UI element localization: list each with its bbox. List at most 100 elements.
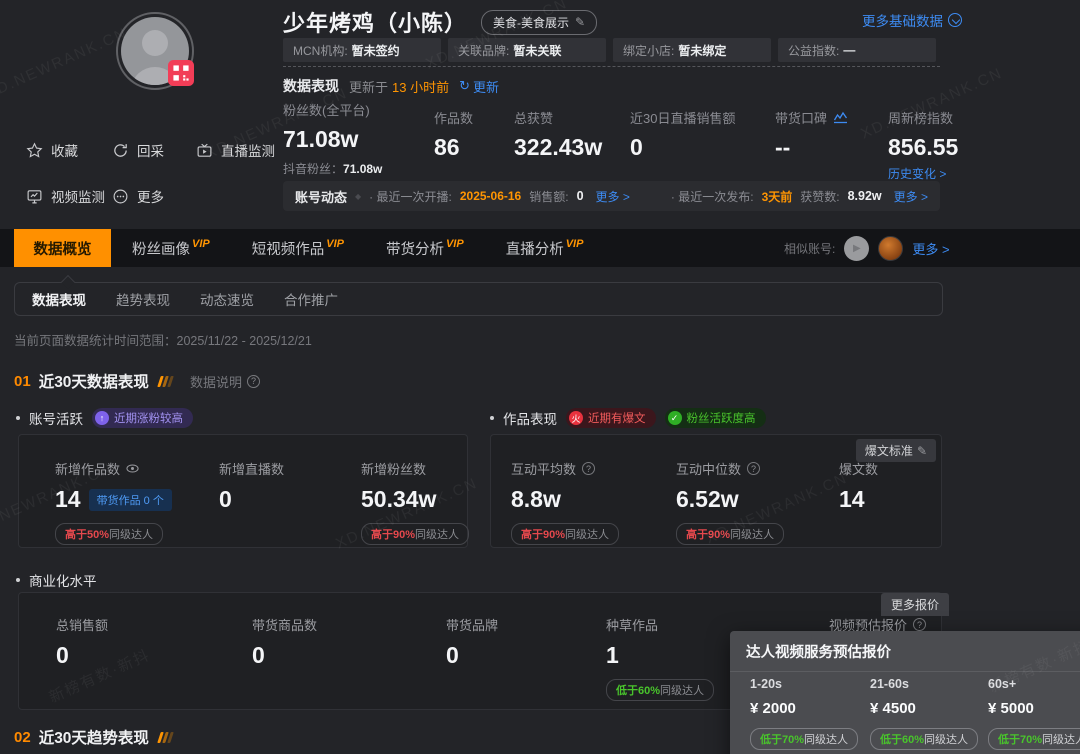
favorite-button[interactable]: 收藏 (26, 140, 78, 160)
help-icon[interactable]: ? (747, 462, 761, 475)
metric-value: 14 (55, 486, 81, 512)
refresh-icon: ↻ (459, 78, 470, 93)
rank-highlight: 高于90% (686, 529, 731, 541)
category-label: 美食-美食展示 (493, 15, 570, 30)
subtab-cooperation-promo[interactable]: 合作推广 (284, 289, 338, 309)
hot-content-badge: 火 近期有爆文 (566, 408, 656, 428)
field-label: 关联品牌: (458, 43, 510, 58)
metric-median-interaction: 互动中位数? 6.52w 高于90% 同级达人 (676, 459, 785, 545)
stat-value: 322.43w (514, 134, 603, 160)
rank-suffix: 同级达人 (109, 529, 154, 541)
metric-label: 带货品牌 (446, 618, 499, 633)
rank-pill: 低于70%同级达人 (750, 728, 859, 750)
edit-pencil-icon[interactable]: ✎ (575, 15, 585, 29)
rank-suffix: 同级达人 (804, 734, 849, 746)
subtab-data-performance[interactable]: 数据表现 (32, 289, 86, 309)
stat-value: 86 (434, 134, 460, 160)
rank-highlight: 低于70% (760, 734, 805, 746)
category-badge[interactable]: 美食-美食展示 ✎ (481, 9, 598, 35)
similar-avatar-2[interactable] (878, 235, 904, 261)
more-actions-button[interactable]: 更多 (112, 186, 164, 206)
more-basic-data-link[interactable]: 更多基础数据 (862, 10, 962, 30)
field-brand: 关联品牌: 暂未关联 (448, 38, 606, 62)
section-title: 近30天趋势表现 (38, 730, 149, 747)
last-live-date: 2025-06-16 (459, 189, 522, 203)
works-performance-card: 爆文标准 ✎ 互动平均数? 8.8w 高于90% 同级达人 互动中位数? 6.52… (490, 434, 942, 548)
similar-avatar-1[interactable]: ▶ (844, 235, 870, 261)
rank-pill: 高于90% 同级达人 (511, 523, 620, 545)
orange-bars-icon (157, 375, 174, 387)
refresh-label: 更新 (473, 79, 500, 95)
video-price-popup: 达人视频服务预估报价 1-20s ¥ 2000 低于70% 同级达人 21-60s… (730, 631, 1080, 754)
rank-highlight: 高于90% (371, 529, 416, 541)
price-value: ¥ 4500 (870, 700, 916, 717)
stat-value: 0 (630, 134, 643, 160)
price-value: ¥ 5000 (988, 700, 1034, 717)
hot-content-standard-label: 爆文标准 (864, 444, 913, 458)
live-monitor-button[interactable]: 直播监测 (196, 140, 275, 160)
tab-data-overview[interactable]: 数据概览 (14, 229, 111, 267)
watermark: XD.NEWRANK.CN (0, 24, 131, 103)
vip-badge: VIP (565, 238, 584, 250)
rank-pill: 高于50% 同级达人 (55, 523, 164, 545)
date-range-note: 当前页面数据统计时间范围：2025/11/22 - 2025/12/21 (14, 334, 312, 348)
metric-value: 0 (252, 642, 265, 668)
section-title: 近30天数据表现 (38, 374, 149, 391)
rank-highlight: 低于60% (880, 734, 925, 746)
tab-ecommerce-analysis[interactable]: 带货分析 VIP (365, 229, 485, 267)
video-monitor-button[interactable]: 视频监测 (26, 186, 105, 206)
stat-label: 粉丝数(全平台) (283, 103, 370, 118)
refresh-button[interactable]: ↻ 更新 (459, 77, 499, 96)
stat-sub-value: 71.08w (343, 162, 383, 176)
history-change-link[interactable]: 历史变化 > (888, 165, 958, 182)
account-activity-bar: 账号动态 ◆ · 最近一次开播: 2025-06-16 销售额: 0 更多 > … (283, 181, 940, 211)
rank-suffix: 同级达人 (565, 529, 610, 541)
price-value: ¥ 2000 (750, 700, 796, 717)
data-explanation-link[interactable]: 数据说明 ? (190, 372, 260, 391)
stat-value: -- (775, 134, 791, 160)
more-quotes-button[interactable]: 更多报价 (881, 593, 950, 616)
more-quotes-label: 更多报价 (891, 598, 940, 612)
eye-icon[interactable] (126, 464, 139, 473)
sales-label: 销售额: (529, 189, 569, 204)
metric-value: 6.52w (676, 486, 739, 512)
help-icon[interactable]: ? (582, 462, 596, 475)
help-icon[interactable]: ? (913, 618, 927, 631)
dashed-divider (283, 66, 940, 67)
tab-fans-profile[interactable]: 粉丝画像 VIP (111, 229, 231, 267)
metric-new-lives: 新增直播数 0 (219, 459, 284, 513)
metric-total-sales: 总销售额 0 (56, 615, 108, 669)
refresh-circle-icon (114, 143, 127, 157)
similar-more-link[interactable]: 更多 > (912, 239, 949, 258)
metric-value: 8.8w (511, 486, 561, 512)
likes-value: 8.92w (847, 189, 882, 203)
tab-label: 数据概览 (33, 241, 92, 258)
tab-short-video-works[interactable]: 短视频作品 VIP (231, 229, 365, 267)
ecommerce-works-tag[interactable]: 带货作品 0 个 (88, 488, 172, 511)
hot-content-badge-label: 近期有爆文 (588, 413, 646, 425)
section-number: 01 (14, 372, 31, 390)
field-label: MCN机构: (293, 43, 348, 58)
more-basic-data-label: 更多基础数据 (862, 14, 943, 29)
account-active-card: 新增作品数 14 带货作品 0 个 高于50% 同级达人 新增直播数 0 新增粉丝… (18, 434, 470, 548)
newrank-douyin-account-page: XD.NEWRANK.CN XD.NEWRANK.CN XD.NEWRANK.C… (0, 0, 1080, 754)
video-monitor-label: 视频监测 (51, 190, 105, 205)
qr-code-icon[interactable] (168, 60, 194, 86)
rank-highlight: 低于60% (616, 685, 661, 697)
stat-fans: 粉丝数(全平台) 71.08w 抖音粉丝：71.08w (283, 100, 382, 177)
play-icon: ▶ (852, 242, 861, 254)
post-more-link[interactable]: 更多 > (894, 188, 928, 205)
line-chart-icon[interactable] (833, 111, 848, 124)
sub-tab-bar: 数据表现 趋势表现 动态速览 合作推广 (14, 274, 943, 316)
stat-label: 作品数 (434, 111, 474, 126)
recollect-button[interactable]: 回采 (112, 140, 164, 160)
subtab-activity-overview[interactable]: 动态速览 (200, 289, 254, 309)
tab-live-analysis[interactable]: 直播分析 VIP (485, 229, 605, 267)
live-more-link[interactable]: 更多 > (596, 188, 630, 205)
chevron-down-circle-icon (948, 13, 962, 27)
last-live-prefix: · 最近一次开播: (369, 189, 452, 204)
stat-sub-label: 抖音粉丝： (283, 162, 344, 176)
subtab-trend-performance[interactable]: 趋势表现 (116, 289, 170, 309)
last-post-prefix: · 最近一次发布: (670, 189, 754, 204)
live-tv-icon (197, 143, 212, 157)
